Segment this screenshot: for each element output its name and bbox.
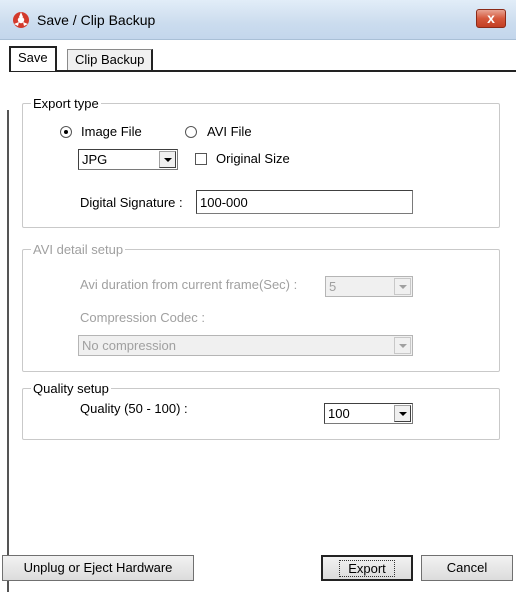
image-format-select[interactable]: JPG	[78, 149, 178, 170]
image-file-radio[interactable]	[60, 126, 72, 138]
export-button[interactable]: Export	[321, 555, 413, 581]
tab-clip-backup[interactable]: Clip Backup	[67, 49, 154, 71]
chevron-down-icon[interactable]	[159, 151, 176, 168]
avi-duration-select: 5	[325, 276, 413, 297]
unplug-hardware-button[interactable]: Unplug or Eject Hardware	[2, 555, 194, 581]
chevron-down-icon	[394, 337, 411, 354]
quality-label: Quality (50 - 100) :	[80, 401, 188, 416]
dialog-body: Save Clip Backup Export type Image File …	[0, 40, 516, 596]
signature-label: Digital Signature :	[80, 195, 183, 210]
quality-select[interactable]: 100	[324, 403, 413, 424]
avi-duration-value: 5	[329, 279, 337, 294]
title-bar[interactable]: Save / Clip Backup x	[0, 0, 516, 40]
tab-divider	[9, 70, 516, 72]
avi-file-radio[interactable]	[185, 126, 197, 138]
compression-codec-label: Compression Codec :	[80, 310, 205, 325]
chevron-down-icon	[394, 278, 411, 295]
quality-value: 100	[328, 406, 350, 421]
avi-file-label[interactable]: AVI File	[207, 124, 252, 139]
app-icon	[13, 12, 29, 28]
quality-setup-group: Quality setup Quality (50 - 100) : 100	[22, 381, 500, 440]
cancel-button[interactable]: Cancel	[421, 555, 513, 581]
export-button-label: Export	[339, 560, 395, 577]
avi-duration-label: Avi duration from current frame(Sec) :	[80, 277, 298, 292]
image-file-label[interactable]: Image File	[81, 124, 142, 139]
export-type-legend: Export type	[31, 96, 101, 111]
compression-codec-value: No compression	[82, 338, 176, 353]
window-edge	[7, 110, 9, 592]
close-button[interactable]: x	[476, 9, 506, 28]
avi-setup-legend: AVI detail setup	[31, 242, 126, 257]
compression-codec-select: No compression	[78, 335, 413, 356]
original-size-label[interactable]: Original Size	[216, 151, 290, 166]
export-type-group: Export type Image File AVI File JPG Orig…	[22, 96, 500, 228]
window-title: Save / Clip Backup	[37, 12, 156, 28]
image-format-value: JPG	[82, 152, 108, 167]
signature-field[interactable]	[197, 191, 412, 213]
signature-input[interactable]	[196, 190, 413, 214]
original-size-checkbox[interactable]	[195, 153, 207, 165]
close-icon: x	[487, 10, 495, 26]
avi-setup-group: AVI detail setup Avi duration from curre…	[22, 242, 500, 372]
chevron-down-icon[interactable]	[394, 405, 411, 422]
tab-save[interactable]: Save	[9, 46, 57, 71]
quality-setup-legend: Quality setup	[31, 381, 111, 396]
